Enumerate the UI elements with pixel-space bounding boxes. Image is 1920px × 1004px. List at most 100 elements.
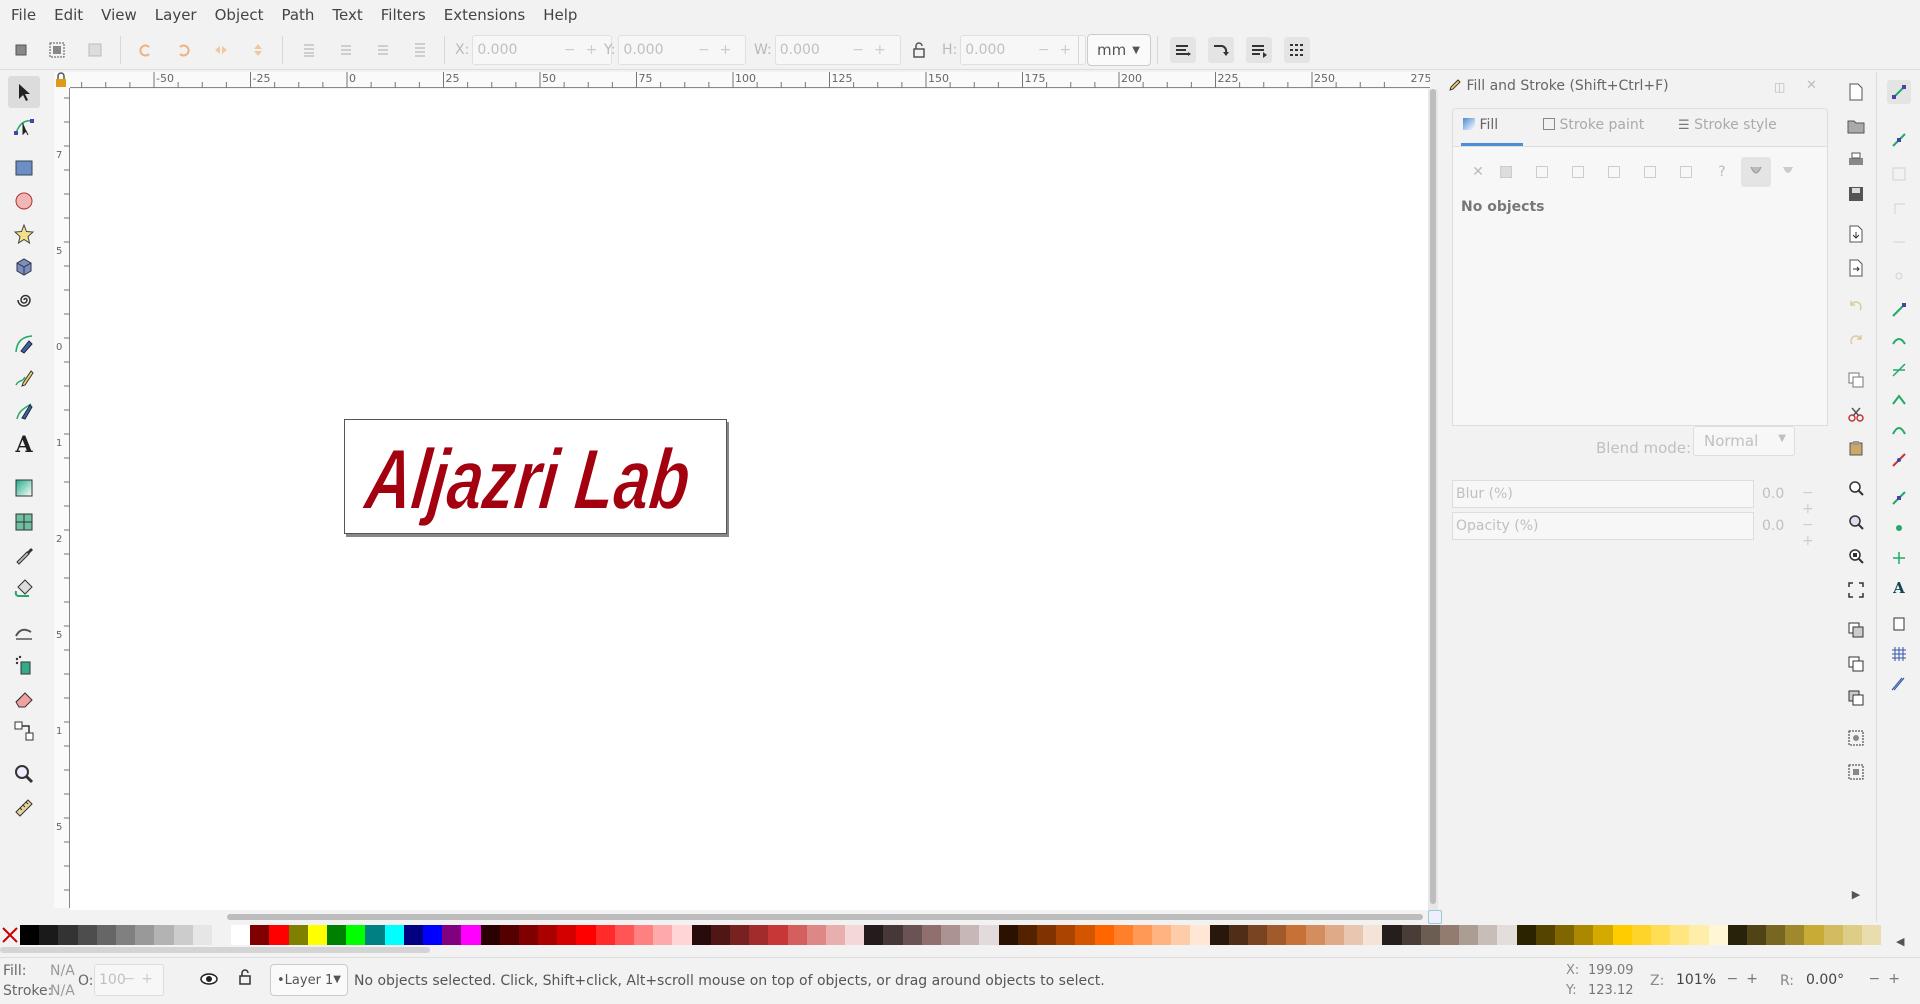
- palette-swatch[interactable]: [211, 925, 232, 945]
- palette-swatch[interactable]: [1574, 925, 1594, 945]
- palette-swatch[interactable]: [135, 925, 155, 945]
- move-gradients-icon[interactable]: [1246, 37, 1272, 63]
- menu-path[interactable]: Path: [272, 0, 323, 30]
- snap-text-baseline-icon[interactable]: A: [1887, 576, 1911, 600]
- palette-swatch[interactable]: [1152, 925, 1172, 945]
- layer-visibility-icon[interactable]: [199, 970, 219, 992]
- snap-smooth-icon[interactable]: [1887, 418, 1911, 442]
- select-all-layers-icon[interactable]: [44, 37, 70, 63]
- palette-swatch[interactable]: [96, 925, 116, 945]
- linear-gradient-icon[interactable]: [1531, 161, 1553, 183]
- palette-swatch[interactable]: [1842, 925, 1862, 945]
- menu-view[interactable]: View: [92, 0, 146, 30]
- zoom-page-icon[interactable]: [1844, 544, 1868, 568]
- palette-swatch[interactable]: [1459, 925, 1479, 945]
- palette-swatch[interactable]: [729, 925, 750, 945]
- palette-swatch[interactable]: [1017, 925, 1037, 945]
- palette-swatch[interactable]: [250, 925, 270, 945]
- palette-swatch[interactable]: [1190, 925, 1210, 945]
- unlink-clone-icon[interactable]: [1844, 652, 1868, 676]
- palette-swatch[interactable]: [1804, 925, 1824, 945]
- palette-swatch[interactable]: [1113, 925, 1133, 945]
- palette-swatch[interactable]: [1650, 925, 1671, 945]
- palette-swatch[interactable]: [1823, 925, 1843, 945]
- palette-swatch[interactable]: [1478, 925, 1498, 945]
- palette-swatch[interactable]: [1631, 925, 1651, 945]
- lower-to-bottom-icon[interactable]: [296, 37, 322, 63]
- snap-grid-icon[interactable]: [1887, 642, 1911, 666]
- pattern-icon[interactable]: [1639, 161, 1661, 183]
- palette-swatch[interactable]: [1516, 925, 1536, 945]
- fill-rule-nonzero-icon[interactable]: [1777, 161, 1799, 183]
- 3d-box-tool-icon[interactable]: [8, 251, 40, 283]
- mesh-tool-icon[interactable]: [8, 506, 40, 538]
- palette-swatch[interactable]: [1324, 925, 1344, 945]
- export-icon[interactable]: [1844, 256, 1868, 280]
- snap-rotation-center-icon[interactable]: [1887, 546, 1911, 570]
- calligraphy-tool-icon[interactable]: [8, 395, 40, 427]
- palette-swatch[interactable]: [1727, 925, 1747, 945]
- palette-swatch[interactable]: [902, 925, 922, 945]
- palette-swatch[interactable]: [1708, 925, 1728, 945]
- menu-filters[interactable]: Filters: [372, 0, 435, 30]
- new-document-icon[interactable]: [1844, 80, 1868, 104]
- redo-icon[interactable]: [1844, 328, 1868, 352]
- palette-swatch[interactable]: [1267, 925, 1287, 945]
- layer-lock-icon[interactable]: [238, 968, 252, 990]
- palette-swatch[interactable]: [1056, 925, 1076, 945]
- selector-tool-icon[interactable]: [8, 76, 40, 108]
- raise-icon[interactable]: [370, 37, 396, 63]
- palette-swatch[interactable]: [864, 925, 884, 945]
- palette-swatch[interactable]: [307, 925, 327, 945]
- canvas-corner-icon[interactable]: [1428, 910, 1442, 924]
- palette-swatch[interactable]: [634, 925, 654, 945]
- vertical-scrollbar[interactable]: [1428, 89, 1438, 910]
- ruler-corner-lock-icon[interactable]: [54, 72, 70, 88]
- import-icon[interactable]: [1844, 222, 1868, 246]
- lower-icon[interactable]: [333, 37, 359, 63]
- palette-swatch[interactable]: [1343, 925, 1364, 945]
- snap-bbox-midpoint-icon[interactable]: [1887, 230, 1911, 254]
- palette-swatch[interactable]: [499, 925, 519, 945]
- lock-ratio-icon[interactable]: [906, 37, 932, 63]
- clone-icon[interactable]: [1844, 618, 1868, 642]
- palette-swatch[interactable]: [960, 925, 980, 945]
- palette-swatch[interactable]: [1862, 925, 1882, 945]
- y-input[interactable]: 0.000 −+: [618, 35, 747, 65]
- flip-horizontal-icon[interactable]: [208, 37, 234, 63]
- opacity-slider[interactable]: Opacity (%): [1452, 512, 1754, 540]
- palette-swatch[interactable]: [1612, 925, 1632, 945]
- aljazri-lab-logo[interactable]: Aljazri Lab: [345, 420, 728, 535]
- palette-swatch[interactable]: [422, 925, 443, 945]
- tab-stroke-paint[interactable]: Stroke paint: [1543, 117, 1644, 133]
- snap-nodes-icon[interactable]: [1887, 298, 1911, 322]
- snap-path-icon[interactable]: [1887, 328, 1911, 352]
- zoom-tool-icon[interactable]: [8, 758, 40, 790]
- spray-tool-icon[interactable]: [8, 649, 40, 681]
- group-icon[interactable]: [1844, 726, 1868, 750]
- measure-tool-icon[interactable]: [8, 792, 40, 824]
- ellipse-tool-icon[interactable]: [8, 185, 40, 217]
- palette-swatch[interactable]: [1670, 925, 1690, 945]
- palette-swatch[interactable]: [1593, 925, 1613, 945]
- snap-bbox-edge-icon[interactable]: [1887, 162, 1911, 186]
- snap-bbox-center-icon[interactable]: [1887, 264, 1911, 288]
- flat-color-icon[interactable]: [1495, 161, 1517, 183]
- unset-paint-icon[interactable]: ?: [1711, 161, 1733, 183]
- palette-swatch[interactable]: [1746, 925, 1767, 945]
- opacity-spin[interactable]: 100 −+: [94, 964, 164, 996]
- palette-swatch[interactable]: [787, 925, 807, 945]
- palette-swatch[interactable]: [518, 925, 539, 945]
- h-input[interactable]: 0.000 −+: [960, 35, 1087, 65]
- blur-value[interactable]: 0.0: [1762, 486, 1784, 502]
- tab-fill[interactable]: Fill: [1463, 117, 1498, 133]
- palette-swatch[interactable]: [1228, 925, 1248, 945]
- palette-swatch[interactable]: [1171, 925, 1191, 945]
- drawing-canvas[interactable]: Aljazri Lab: [70, 89, 1428, 910]
- flip-vertical-icon[interactable]: [245, 37, 271, 63]
- snap-others-icon[interactable]: [1887, 486, 1911, 510]
- zoom-drawing-icon[interactable]: [1844, 510, 1868, 534]
- snap-bbox-corner-icon[interactable]: [1887, 196, 1911, 220]
- w-input[interactable]: 0.000 −+: [774, 35, 901, 65]
- palette-swatch[interactable]: [1420, 925, 1440, 945]
